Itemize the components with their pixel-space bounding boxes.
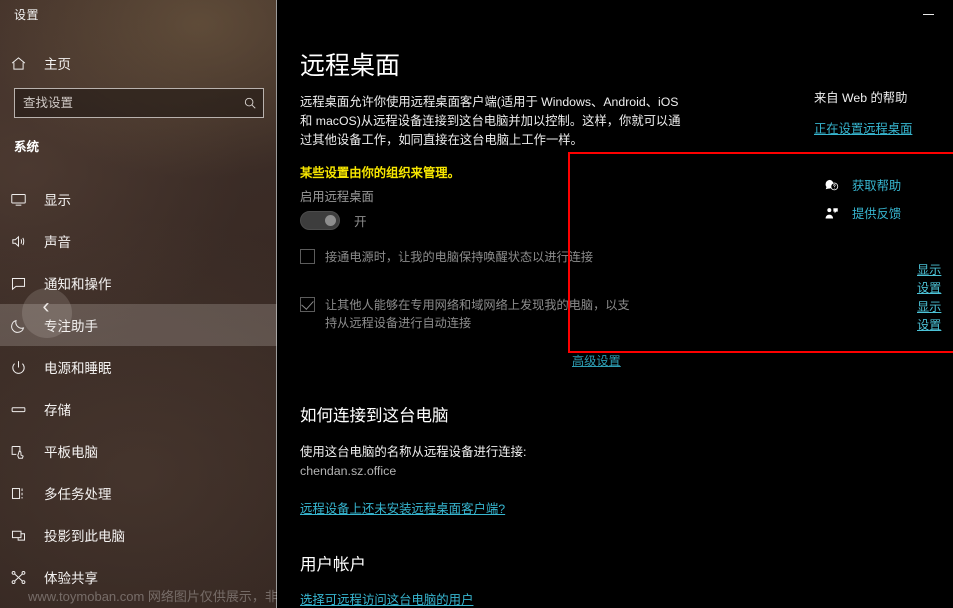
feedback-label: 提供反馈 <box>852 207 902 221</box>
sidebar-item-shared-experiences[interactable]: 体验共享 <box>0 556 277 598</box>
home-icon <box>10 53 36 73</box>
org-managed-warning: 某些设置由你的组织来管理。 <box>300 166 460 180</box>
sidebar-item-project-to-pc[interactable]: 投影到此电脑 <box>0 514 277 556</box>
sidebar-item-storage[interactable]: 存储 <box>0 388 277 430</box>
help-setup-remote-desktop-link[interactable]: 正在设置远程桌面 <box>814 119 912 137</box>
keep-awake-checkbox-row[interactable]: 接通电源时，让我的电脑保持唤醒状态以进行连接 <box>300 248 720 266</box>
enable-remote-desktop-label: 启用远程桌面 <box>300 190 374 204</box>
main-content: 远程桌面 远程桌面允许你使用远程桌面客户端(适用于 Windows、Androi… <box>277 0 953 608</box>
discoverable-checkbox-row[interactable]: 让其他人能够在专用网络和域网络上发现我的电脑，以支持从远程设备进行自动连接 <box>300 296 640 332</box>
notification-icon <box>10 273 36 293</box>
search-input[interactable] <box>15 89 237 117</box>
page-description: 远程桌面允许你使用远程桌面客户端(适用于 Windows、Android、iOS… <box>300 95 681 147</box>
keep-awake-label: 接通电源时，让我的电脑保持唤醒状态以进行连接 <box>325 250 594 264</box>
sidebar-item-multitasking[interactable]: 多任务处理 <box>0 472 277 514</box>
share-experience-icon <box>10 567 36 587</box>
sidebar-item-label: 显示 <box>44 193 71 208</box>
page-title: 远程桌面 <box>300 52 401 80</box>
connect-section-description: 使用这台电脑的名称从远程设备进行连接: <box>300 445 527 459</box>
tablet-icon <box>10 441 36 461</box>
sidebar: 设置 主页 系统 <box>0 0 291 608</box>
sidebar-item-label: 存储 <box>44 403 71 418</box>
sidebar-item-label: 声音 <box>44 235 71 250</box>
toggle-state-label: 开 <box>354 215 367 229</box>
rd-client-download-link[interactable]: 远程设备上还未安装远程桌面客户端? <box>300 499 505 517</box>
sidebar-section-heading: 系统 <box>14 140 40 154</box>
monitor-icon <box>10 189 36 209</box>
get-help-row[interactable]: 获取帮助 <box>820 176 901 194</box>
multitask-icon <box>10 483 36 503</box>
search-box[interactable] <box>14 88 264 118</box>
enable-remote-desktop-toggle-row: 开 <box>300 211 367 230</box>
advanced-settings-link[interactable]: 高级设置 <box>572 351 621 369</box>
search-icon <box>237 96 263 110</box>
enable-remote-desktop-toggle[interactable] <box>300 211 340 230</box>
sidebar-item-home[interactable]: 主页 <box>0 42 276 84</box>
sidebar-item-display[interactable]: 显示 <box>0 178 277 220</box>
keep-awake-checkbox[interactable] <box>300 249 315 264</box>
sidebar-item-label: 平板电脑 <box>44 445 98 460</box>
get-help-label: 获取帮助 <box>852 179 902 193</box>
speaker-icon <box>10 231 36 251</box>
toggle-knob <box>325 215 336 226</box>
sidebar-item-sound[interactable]: 声音 <box>0 220 277 262</box>
sidebar-item-label: 主页 <box>44 57 71 72</box>
sidebar-item-label: 多任务处理 <box>44 487 112 502</box>
power-icon <box>10 357 36 377</box>
window-title: 设置 <box>14 8 40 22</box>
help-panel-title: 来自 Web 的帮助 <box>814 91 908 105</box>
sidebar-nav-list: 显示 声音 通知和操作 专注助手 电源和睡眠 存储 平板电脑 多任务处理 投影到… <box>0 178 277 598</box>
sidebar-item-power-sleep[interactable]: 电源和睡眠 <box>0 346 277 388</box>
sidebar-item-tablet[interactable]: 平板电脑 <box>0 430 277 472</box>
storage-icon <box>10 399 36 419</box>
feedback-row[interactable]: 提供反馈 <box>820 204 901 222</box>
pc-name-value: chendan.sz.office <box>300 464 397 478</box>
back-button[interactable]: ‹ <box>22 288 72 338</box>
chevron-left-icon: ‹ <box>42 294 50 318</box>
help-question-icon <box>820 178 842 193</box>
user-account-heading: 用户帐户 <box>300 556 366 574</box>
sidebar-item-label: 电源和睡眠 <box>44 361 112 376</box>
select-users-link[interactable]: 选择可远程访问这台电脑的用户 <box>300 590 473 608</box>
sidebar-item-label: 体验共享 <box>44 571 98 586</box>
feedback-person-icon <box>820 206 842 221</box>
connect-section-heading: 如何连接到这台电脑 <box>300 407 449 425</box>
sidebar-item-label: 投影到此电脑 <box>44 529 125 544</box>
settings-window: 设置 主页 系统 <box>0 0 953 608</box>
help-panel: 来自 Web 的帮助 正在设置远程桌面 获取帮助 提供反馈 <box>814 0 953 608</box>
project-icon <box>10 525 36 545</box>
discoverable-checkbox[interactable] <box>300 297 315 312</box>
discoverable-label: 让其他人能够在专用网络和域网络上发现我的电脑，以支持从远程设备进行自动连接 <box>325 298 630 330</box>
